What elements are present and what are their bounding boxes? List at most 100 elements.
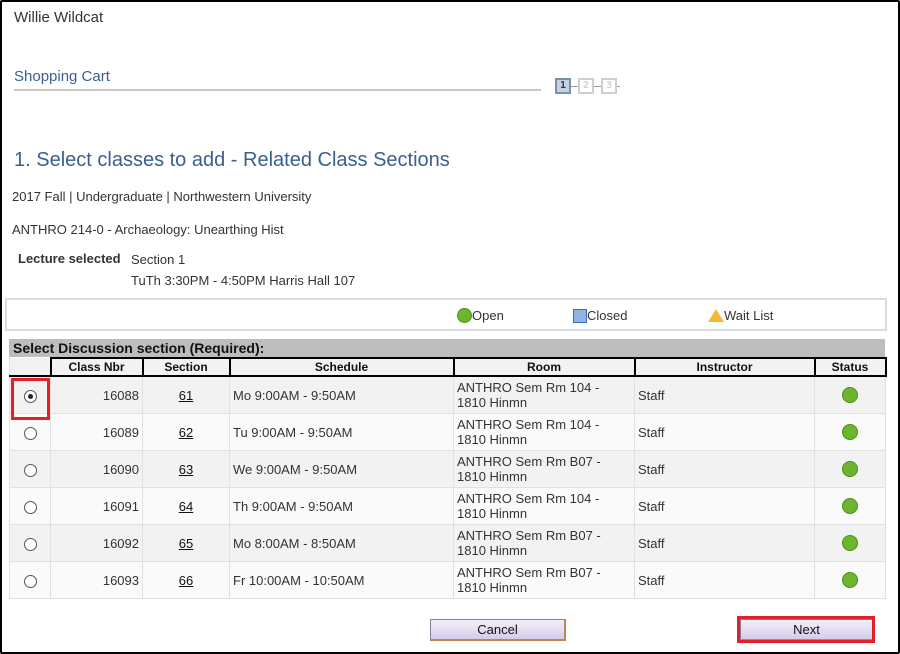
column-header-select [9, 358, 52, 377]
discussion-section-grid: Select Discussion section (Required): Cl… [9, 339, 887, 599]
open-status-icon [842, 535, 858, 552]
instructor-cell: Staff [634, 450, 815, 488]
section-radio[interactable] [23, 463, 37, 477]
room-line-2: 1810 Hinmn [457, 432, 528, 447]
column-header-instructor: Instructor [633, 357, 816, 377]
room-line-2: 1810 Hinmn [457, 395, 528, 410]
room-line-1: ANTHRO Sem Rm 104 - [457, 417, 600, 432]
legend-wait-list-label: Wait List [724, 308, 774, 323]
step-1: 1 [555, 78, 571, 94]
closed-status-icon [573, 308, 587, 323]
section-radio[interactable] [23, 426, 37, 440]
room-line-1: ANTHRO Sem Rm B07 - [457, 565, 601, 580]
room-line-1: ANTHRO Sem Rm 104 - [457, 380, 600, 395]
section-cell: 64 [142, 487, 230, 525]
lecture-section: Section 1 [131, 252, 186, 267]
room-line-2: 1810 Hinmn [457, 580, 528, 595]
room-line-2: 1810 Hinmn [457, 543, 528, 558]
legend-open-label: Open [472, 308, 504, 323]
section-radio[interactable] [23, 389, 37, 403]
open-status-icon [842, 424, 858, 441]
table-row: 16092 65 Mo 8:00AM - 8:50AM ANTHRO Sem Rm B… [9, 524, 886, 562]
schedule-cell: Mo 8:00AM - 8:50AM [229, 524, 454, 562]
wait-list-status-icon [708, 309, 724, 322]
instructor-cell: Staff [634, 487, 815, 525]
class-nbr-cell: 16089 [50, 413, 143, 451]
column-header-room: Room [452, 357, 636, 377]
select-cell [9, 375, 51, 414]
term-info: 2017 Fall | Undergraduate | Northwestern… [12, 189, 312, 204]
room-cell: ANTHRO Sem Rm 104 -1810 Hinmn [453, 413, 635, 451]
instructor-cell: Staff [634, 413, 815, 451]
legend-closed-label: Closed [587, 308, 628, 323]
class-nbr-cell: 16090 [50, 450, 143, 488]
next-button[interactable]: Next [740, 619, 874, 641]
open-status-icon [457, 308, 472, 323]
table-row: 16089 62 Tu 9:00AM - 9:50AM ANTHRO Sem Rm 1… [9, 413, 886, 451]
select-cell [9, 524, 51, 562]
schedule-cell: We 9:00AM - 9:50AM [229, 450, 454, 488]
open-status-icon [842, 461, 858, 478]
section-link[interactable]: 62 [179, 425, 193, 440]
cancel-button[interactable]: Cancel [430, 619, 566, 641]
table-header-row: Class Nbr Section Schedule Room Instruct… [9, 357, 887, 377]
room-cell: ANTHRO Sem Rm B07 -1810 Hinmn [453, 524, 635, 562]
grid-title: Select Discussion section (Required): [9, 339, 885, 357]
status-cell [814, 524, 886, 562]
step-connector [571, 85, 578, 87]
step-connector [594, 85, 601, 87]
instructor-cell: Staff [634, 561, 815, 599]
section-link[interactable]: 66 [179, 573, 193, 588]
status-cell [814, 450, 886, 488]
section-link[interactable]: 61 [179, 388, 193, 403]
open-status-icon [842, 572, 858, 589]
section-link[interactable]: 64 [179, 499, 193, 514]
legend-wait-list: Wait List [708, 308, 773, 323]
room-line-1: ANTHRO Sem Rm B07 - [457, 528, 601, 543]
select-cell [9, 413, 51, 451]
section-radio[interactable] [23, 500, 37, 514]
lecture-selected-label: Lecture selected [18, 251, 121, 266]
select-cell [9, 450, 51, 488]
instructor-cell: Staff [634, 375, 815, 414]
title-divider [14, 89, 541, 91]
column-header-status: Status [813, 357, 887, 377]
course-info: ANTHRO 214-0 - Archaeology: Unearthing H… [12, 222, 284, 237]
select-cell [9, 561, 51, 599]
sections-table: Class Nbr Section Schedule Room Instruct… [9, 357, 887, 599]
schedule-cell: Th 9:00AM - 9:50AM [229, 487, 454, 525]
room-cell: ANTHRO Sem Rm B07 -1810 Hinmn [453, 561, 635, 599]
page-heading: 1. Select classes to add - Related Class… [14, 149, 450, 171]
status-cell [814, 487, 886, 525]
step-indicator: 1 2 3 [555, 77, 620, 95]
section-radio[interactable] [23, 537, 37, 551]
room-line-2: 1810 Hinmn [457, 506, 528, 521]
column-header-section: Section [141, 357, 231, 377]
select-cell [9, 487, 51, 525]
column-header-schedule: Schedule [228, 357, 455, 377]
table-row: 16091 64 Th 9:00AM - 9:50AM ANTHRO Sem Rm 1… [9, 487, 886, 525]
shopping-cart-title: Shopping Cart [14, 68, 110, 85]
step-2: 2 [578, 78, 594, 94]
section-link[interactable]: 65 [179, 536, 193, 551]
step-connector [617, 85, 620, 87]
legend-open: Open [457, 308, 504, 323]
room-cell: ANTHRO Sem Rm 104 -1810 Hinmn [453, 375, 635, 414]
status-cell [814, 375, 886, 414]
step-3: 3 [601, 78, 617, 94]
lecture-schedule: TuTh 3:30PM - 4:50PM Harris Hall 107 [131, 273, 356, 288]
status-cell [814, 561, 886, 599]
room-line-2: 1810 Hinmn [457, 469, 528, 484]
open-status-icon [842, 498, 858, 515]
section-cell: 63 [142, 450, 230, 488]
section-radio[interactable] [23, 574, 37, 588]
user-name: Willie Wildcat [14, 9, 104, 26]
section-link[interactable]: 63 [179, 462, 193, 477]
class-nbr-cell: 16088 [50, 375, 143, 414]
room-line-1: ANTHRO Sem Rm 104 - [457, 491, 600, 506]
class-nbr-cell: 16092 [50, 524, 143, 562]
section-cell: 65 [142, 524, 230, 562]
schedule-cell: Mo 9:00AM - 9:50AM [229, 375, 454, 414]
class-nbr-cell: 16093 [50, 561, 143, 599]
room-line-1: ANTHRO Sem Rm B07 - [457, 454, 601, 469]
